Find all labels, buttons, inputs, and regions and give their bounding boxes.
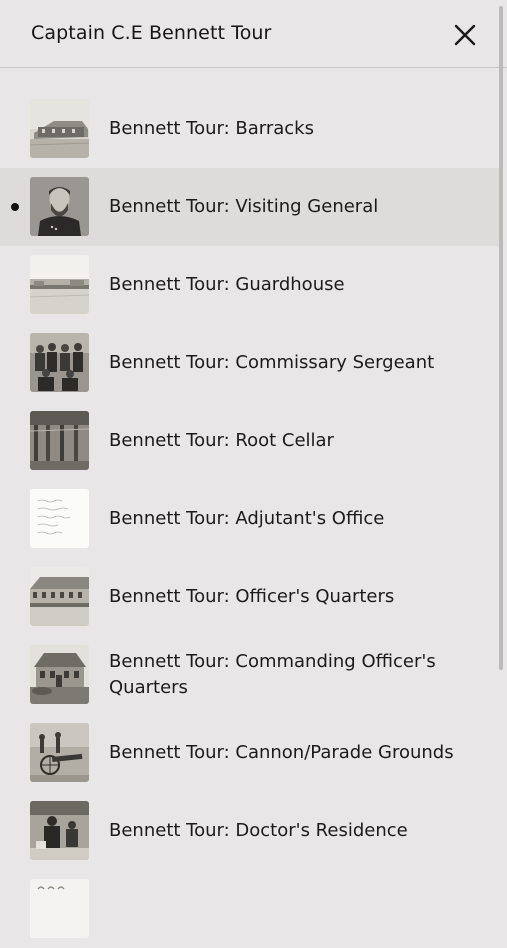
tour-stop-item[interactable] (0, 870, 500, 948)
tour-stop-label: Bennett Tour: Guardhouse (109, 274, 345, 295)
scrollbar[interactable] (499, 6, 503, 670)
handwritten-document-thumbnail (30, 489, 89, 548)
barracks-thumbnail (30, 99, 89, 158)
tour-stop-item[interactable]: Bennett Tour: Commanding Officer's Quart… (0, 636, 500, 714)
general-portrait-thumbnail (30, 177, 89, 236)
tour-stop-item[interactable]: Bennett Tour: Barracks (0, 90, 500, 168)
sergeant-group-thumbnail (30, 333, 89, 392)
menu-header: Captain C.E Bennett Tour (0, 0, 507, 68)
tour-stop-item[interactable]: Bennett Tour: Commissary Sergeant (0, 324, 500, 402)
tour-title: Captain C.E Bennett Tour (31, 22, 272, 44)
doctor-residence-thumbnail (30, 801, 89, 860)
tour-stop-label: Bennett Tour: Officer's Quarters (109, 586, 395, 607)
tour-stop-label: Bennett Tour: Root Cellar (109, 430, 334, 451)
commanding-quarters-thumbnail (30, 645, 89, 704)
tour-stop-item[interactable]: Bennett Tour: Adjutant's Office (0, 480, 500, 558)
tour-stop-label: Bennett Tour: Doctor's Residence (109, 820, 408, 841)
officers-quarters-thumbnail (30, 567, 89, 626)
cannon-thumbnail (30, 723, 89, 782)
tour-stop-label: Bennett Tour: Commissary Sergeant (109, 352, 435, 373)
tour-stop-item[interactable]: Bennett Tour: Doctor's Residence (0, 792, 500, 870)
root-cellar-thumbnail (30, 411, 89, 470)
tour-stop-item[interactable]: Bennett Tour: Guardhouse (0, 246, 500, 324)
current-stop-bullet-icon (11, 203, 19, 211)
partial-thumbnail (30, 879, 89, 938)
tour-stop-label: Bennett Tour: Cannon/Parade Grounds (109, 742, 454, 763)
tour-stop-label: Bennett Tour: Commanding Officer's Quart… (109, 651, 436, 698)
tour-stop-list: Bennett Tour: Barracks Bennett Tour: Vis… (0, 90, 500, 948)
tour-stop-label: Bennett Tour: Barracks (109, 118, 314, 139)
tour-stop-item[interactable]: Bennett Tour: Cannon/Parade Grounds (0, 714, 500, 792)
close-button[interactable] (450, 20, 480, 50)
tour-stop-label: Bennett Tour: Visiting General (109, 196, 379, 217)
tour-stop-item-active[interactable]: Bennett Tour: Visiting General (0, 168, 500, 246)
guardhouse-thumbnail (30, 255, 89, 314)
close-icon (454, 24, 476, 46)
tour-stop-label: Bennett Tour: Adjutant's Office (109, 508, 385, 529)
tour-stop-item[interactable]: Bennett Tour: Root Cellar (0, 402, 500, 480)
tour-stop-item[interactable]: Bennett Tour: Officer's Quarters (0, 558, 500, 636)
